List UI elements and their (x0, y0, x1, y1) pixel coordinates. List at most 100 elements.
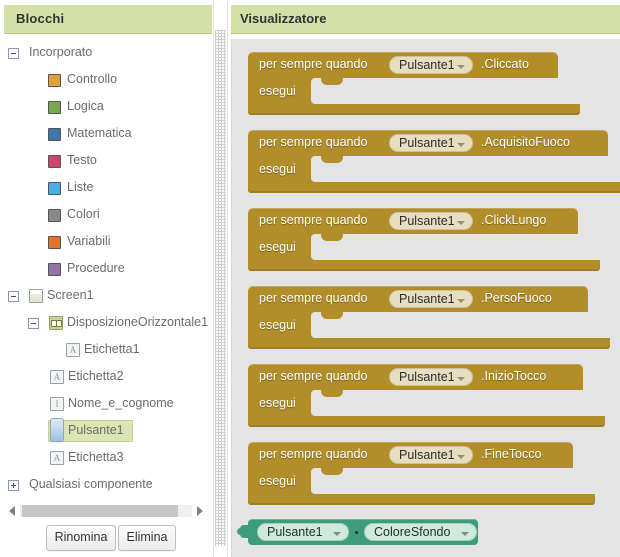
block-bottom-bar (248, 260, 600, 271)
tree-item-controllo[interactable]: Controllo (0, 67, 212, 94)
scroll-right-arrow-icon[interactable] (197, 506, 203, 516)
event-block[interactable]: per sempre quando Pulsante1 .ClickLungo ese… (248, 208, 600, 271)
getter-separator-dot (355, 531, 358, 534)
chevron-down-icon[interactable] (457, 455, 465, 459)
tree-item-liste[interactable]: Liste (0, 175, 212, 202)
tree-item-label: Etichetta1 (84, 342, 140, 356)
tree-item-incorporato[interactable]: Incorporato (0, 40, 212, 67)
block-statement-slot[interactable] (311, 468, 573, 494)
tree-item-etichetta2[interactable]: A Etichetta2 (0, 364, 212, 391)
block-statement-slot[interactable] (311, 312, 588, 338)
category-color-swatch-icon (48, 182, 61, 195)
block-when-label: per sempre quando (259, 213, 368, 227)
event-block[interactable]: per sempre quando Pulsante1 .InizioTocco es… (248, 364, 605, 427)
screen-icon (29, 289, 43, 303)
label-icon: A (66, 343, 80, 357)
block-do-label: esegui (259, 84, 296, 98)
block-bottom-bar (248, 494, 595, 505)
event-block[interactable]: per sempre quando Pulsante1 .PersoFuoco ese… (248, 286, 610, 349)
property-dropdown[interactable]: ColoreSfondo (364, 523, 477, 541)
event-block[interactable]: per sempre quando Pulsante1 .Cliccato esegu… (248, 52, 580, 115)
chevron-down-icon[interactable] (457, 299, 465, 303)
label-icon: A (50, 370, 64, 384)
tree-item-label: Qualsiasi componente (29, 477, 153, 491)
component-dropdown-value: Pulsante1 (267, 525, 323, 539)
event-block[interactable]: per sempre quando Pulsante1 .AcquisitoFuoc… (248, 130, 620, 193)
block-statement-slot[interactable] (311, 390, 583, 416)
block-bottom-bar (248, 338, 610, 349)
block-notch (321, 156, 343, 163)
collapse-toggle-icon[interactable] (8, 48, 19, 59)
tree-item-etichetta1[interactable]: A Etichetta1 (0, 337, 212, 364)
property-getter-block[interactable]: Pulsante1 ColoreSfondo (237, 519, 480, 545)
tree-item-matematica[interactable]: Matematica (0, 121, 212, 148)
tree-item-label: Testo (67, 153, 97, 167)
component-dropdown[interactable]: Pulsante1 (389, 368, 473, 386)
block-plug-connector (237, 525, 251, 538)
tree-item-variabili[interactable]: Variabili (0, 229, 212, 256)
tree-item-testo[interactable]: Testo (0, 148, 212, 175)
tree-item-qualsiasi-componente[interactable]: Qualsiasi componente (0, 472, 212, 495)
tree-item-logica[interactable]: Logica (0, 94, 212, 121)
block-event-label: .ClickLungo (481, 213, 547, 227)
tree-item-label: Liste (67, 180, 94, 194)
horizontal-arrangement-icon (49, 316, 63, 330)
tree-item-procedure[interactable]: Procedure (0, 256, 212, 283)
viewer-panel: Visualizzatore per sempre quando Pulsante… (228, 0, 620, 557)
blocks-tree[interactable]: Incorporato Controllo Logica Matematica Test… (0, 40, 212, 495)
block-statement-slot[interactable] (311, 156, 608, 182)
tree-item-disposizioneorizzontale1[interactable]: DisposizioneOrizzontale1 (0, 310, 212, 337)
tree-item-pulsante1[interactable]: Pulsante1 (0, 418, 212, 445)
chevron-down-icon[interactable] (333, 532, 341, 536)
blocks-panel-title: Blocchi (16, 11, 65, 26)
tree-item-nome-e-cognome[interactable]: I Nome_e_cognome (0, 391, 212, 418)
tree-item-label: Logica (67, 99, 104, 113)
block-notch (321, 234, 343, 241)
blocks-canvas[interactable]: per sempre quando Pulsante1 .Cliccato esegu… (231, 39, 620, 557)
block-notch (321, 312, 343, 319)
block-bottom-bar (248, 182, 620, 193)
component-dropdown-value: Pulsante1 (399, 58, 455, 72)
tree-item-label: Matematica (67, 126, 132, 140)
scrollbar-thumb[interactable] (22, 505, 178, 517)
component-dropdown-value: Pulsante1 (399, 214, 455, 228)
tree-item-colori[interactable]: Colori (0, 202, 212, 229)
block-when-label: per sempre quando (259, 57, 368, 71)
tree-item-screen1[interactable]: Screen1 (0, 283, 212, 310)
chevron-down-icon[interactable] (457, 221, 465, 225)
tree-item-etichetta3[interactable]: A Etichetta3 (0, 445, 212, 472)
block-notch (321, 390, 343, 397)
panel-splitter[interactable] (213, 0, 228, 557)
expand-toggle-icon[interactable] (8, 480, 19, 491)
component-dropdown[interactable]: Pulsante1 (389, 56, 473, 74)
component-dropdown[interactable]: Pulsante1 (389, 134, 473, 152)
component-dropdown[interactable]: Pulsante1 (389, 446, 473, 464)
rename-button[interactable]: Rinomina (46, 525, 116, 551)
tree-horizontal-scrollbar[interactable] (6, 503, 206, 519)
chevron-down-icon[interactable] (457, 143, 465, 147)
chevron-down-icon[interactable] (457, 65, 465, 69)
block-when-label: per sempre quando (259, 447, 368, 461)
category-color-swatch-icon (48, 209, 61, 222)
block-bottom-bar (248, 416, 605, 427)
splitter-grip[interactable] (215, 30, 226, 546)
component-dropdown[interactable]: Pulsante1 (389, 290, 473, 308)
collapse-toggle-icon[interactable] (8, 291, 19, 302)
component-dropdown[interactable]: Pulsante1 (389, 212, 473, 230)
tree-item-label: Colori (67, 207, 100, 221)
scroll-left-arrow-icon[interactable] (9, 506, 15, 516)
textbox-icon: I (50, 397, 64, 411)
chevron-down-icon[interactable] (461, 532, 469, 536)
block-statement-slot[interactable] (311, 78, 558, 104)
category-color-swatch-icon (48, 263, 61, 276)
delete-button[interactable]: Elimina (118, 525, 176, 551)
component-dropdown[interactable]: Pulsante1 (257, 523, 349, 541)
event-block[interactable]: per sempre quando Pulsante1 .FineTocco eseg… (248, 442, 595, 505)
collapse-toggle-icon[interactable] (28, 318, 39, 329)
tree-item-label: Pulsante1 (68, 423, 124, 437)
block-when-label: per sempre quando (259, 135, 368, 149)
chevron-down-icon[interactable] (457, 377, 465, 381)
block-statement-slot[interactable] (311, 234, 578, 260)
category-color-swatch-icon (48, 101, 61, 114)
block-do-label: esegui (259, 240, 296, 254)
